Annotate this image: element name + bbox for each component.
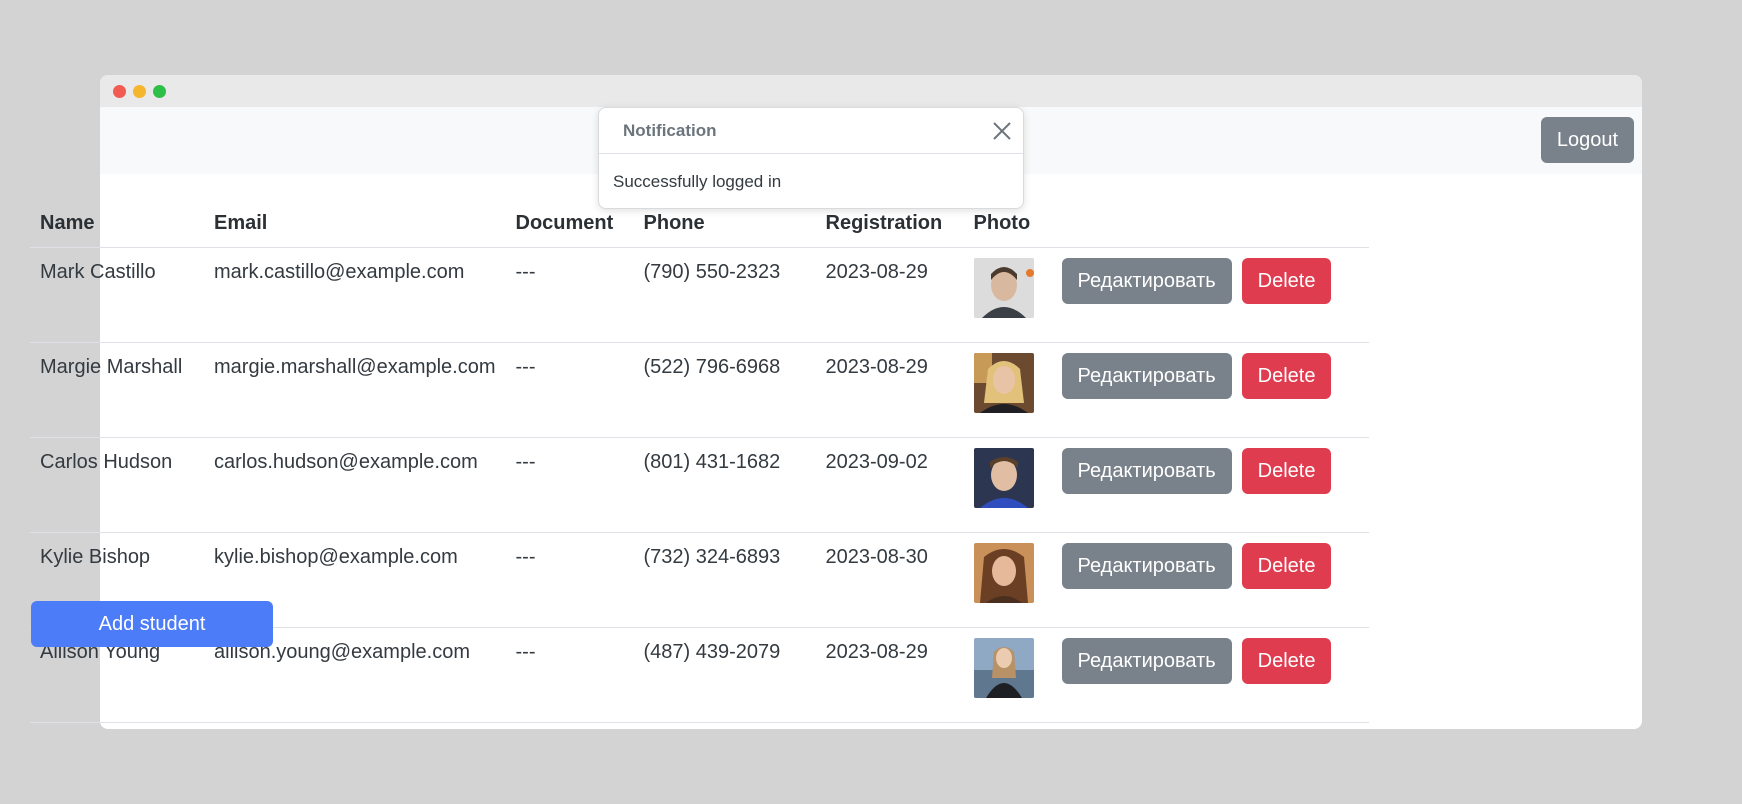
delete-button[interactable]: Delete xyxy=(1241,638,1332,684)
student-photo xyxy=(973,258,1034,318)
edit-button[interactable]: Редактировать xyxy=(1061,353,1232,399)
delete-button[interactable]: Delete xyxy=(1241,353,1332,399)
student-document: --- xyxy=(505,627,634,723)
add-student-button[interactable]: Add student xyxy=(31,601,273,647)
student-document: --- xyxy=(505,437,634,533)
logout-button[interactable]: Logout xyxy=(1540,117,1634,163)
student-email: margie.marshall@example.com xyxy=(204,342,506,438)
close-window-icon[interactable] xyxy=(113,85,126,98)
column-header-actions xyxy=(1051,199,1370,248)
actions-cell: Редактировать Delete xyxy=(1051,532,1370,628)
notification-message: Successfully logged in xyxy=(613,172,782,191)
photo-cell xyxy=(963,532,1052,628)
student-photo xyxy=(973,543,1034,603)
actions-cell: Редактировать Delete xyxy=(1051,342,1370,438)
student-phone: (732) 324-6893 xyxy=(633,532,816,628)
student-phone: (487) 439-2079 xyxy=(633,627,816,723)
student-document: --- xyxy=(505,532,634,628)
student-registration: 2023-09-02 xyxy=(815,437,964,533)
maximize-window-icon[interactable] xyxy=(153,85,166,98)
actions-cell: Редактировать Delete xyxy=(1051,247,1370,343)
student-phone: (790) 550-2323 xyxy=(633,247,816,343)
notification-header: Notification xyxy=(599,108,1023,154)
student-name: Margie Marshall xyxy=(30,342,204,438)
column-header-name: Name xyxy=(30,199,204,248)
minimize-window-icon[interactable] xyxy=(133,85,146,98)
photo-cell xyxy=(963,247,1052,343)
table-row: Carlos Hudson carlos.hudson@example.com … xyxy=(30,437,1370,533)
window-titlebar xyxy=(100,75,1642,107)
edit-button[interactable]: Редактировать xyxy=(1061,638,1232,684)
student-registration: 2023-08-29 xyxy=(815,627,964,723)
student-photo xyxy=(973,353,1034,413)
student-email: carlos.hudson@example.com xyxy=(204,437,506,533)
student-photo xyxy=(973,638,1034,698)
student-photo xyxy=(973,448,1034,508)
edit-button[interactable]: Редактировать xyxy=(1061,543,1232,589)
notification-title: Notification xyxy=(623,121,717,140)
table-row: Margie Marshall margie.marshall@example.… xyxy=(30,342,1370,438)
actions-cell: Редактировать Delete xyxy=(1051,437,1370,533)
table-row: Mark Castillo mark.castillo@example.com … xyxy=(30,247,1370,343)
student-email: mark.castillo@example.com xyxy=(204,247,506,343)
student-registration: 2023-08-29 xyxy=(815,247,964,343)
delete-button[interactable]: Delete xyxy=(1241,258,1332,304)
student-name: Carlos Hudson xyxy=(30,437,204,533)
delete-button[interactable]: Delete xyxy=(1241,543,1332,589)
student-phone: (801) 431-1682 xyxy=(633,437,816,533)
student-registration: 2023-08-29 xyxy=(815,342,964,438)
actions-cell: Редактировать Delete xyxy=(1051,627,1370,723)
student-registration: 2023-08-30 xyxy=(815,532,964,628)
student-document: --- xyxy=(505,247,634,343)
delete-button[interactable]: Delete xyxy=(1241,448,1332,494)
photo-cell xyxy=(963,627,1052,723)
student-name: Mark Castillo xyxy=(30,247,204,343)
column-header-email: Email xyxy=(204,199,506,248)
close-icon[interactable] xyxy=(989,118,1015,144)
notification-toast: Notification Successfully logged in xyxy=(598,107,1024,209)
photo-cell xyxy=(963,342,1052,438)
edit-button[interactable]: Редактировать xyxy=(1061,258,1232,304)
student-phone: (522) 796-6968 xyxy=(633,342,816,438)
student-document: --- xyxy=(505,342,634,438)
photo-cell xyxy=(963,437,1052,533)
edit-button[interactable]: Редактировать xyxy=(1061,448,1232,494)
